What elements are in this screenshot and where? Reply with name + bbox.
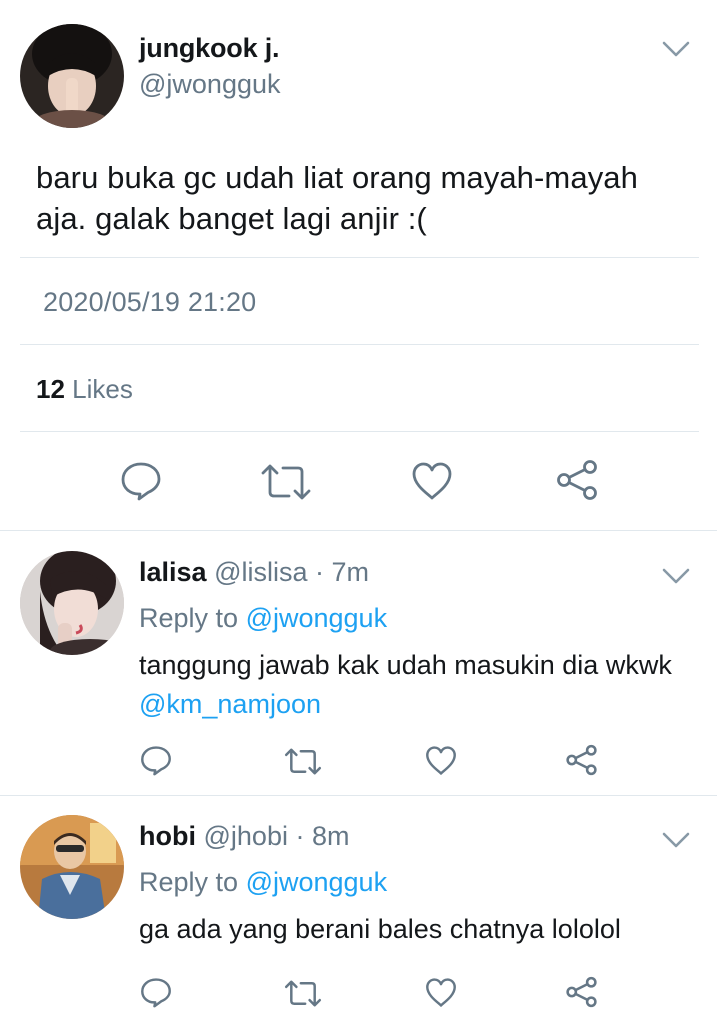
divider xyxy=(20,344,699,345)
reply-icon[interactable] xyxy=(140,745,172,776)
reply-to-label: Reply to xyxy=(139,603,239,633)
reply-separator: · xyxy=(315,557,325,587)
tweet-timestamp[interactable]: 2020/05/19 21:20 xyxy=(43,287,256,318)
reply-header: hobi @jhobi · 8m xyxy=(139,821,350,852)
reply-handle[interactable]: @lislisa xyxy=(214,557,307,587)
retweet-icon[interactable] xyxy=(284,748,322,775)
reply-to-handle[interactable]: @jwongguk xyxy=(246,867,388,897)
likes-number: 12 xyxy=(36,374,65,404)
tweet-text-line: aja. galak banget lagi anjir :( xyxy=(36,201,427,236)
divider xyxy=(20,257,699,258)
share-icon[interactable] xyxy=(565,976,598,1008)
like-icon[interactable] xyxy=(425,745,457,776)
retweet-icon[interactable] xyxy=(284,980,322,1007)
divider xyxy=(20,431,699,432)
likes-count[interactable]: 12 Likes xyxy=(36,374,133,405)
like-icon[interactable] xyxy=(411,461,453,501)
display-name[interactable]: jungkook j. xyxy=(139,33,280,64)
chevron-down-icon[interactable] xyxy=(662,40,690,58)
tweet-text: baru buka gc udah liat orang mayah-mayah… xyxy=(36,157,686,239)
avatar-main[interactable] xyxy=(20,24,124,128)
reply-to-handle[interactable]: @jwongguk xyxy=(246,603,388,633)
user-handle[interactable]: @jwongguk xyxy=(139,69,281,100)
mention-link[interactable]: @km_namjoon xyxy=(139,685,699,724)
reply-text: ga ada yang berani bales chatnya lololol xyxy=(139,910,699,949)
reply-display-name[interactable]: hobi xyxy=(139,821,196,851)
retweet-icon[interactable] xyxy=(260,464,312,500)
reply-text-line: tanggung jawab kak udah masukin dia wkwk xyxy=(139,650,672,680)
chevron-down-icon[interactable] xyxy=(662,567,690,585)
divider xyxy=(0,530,717,531)
reply-to-line: Reply to @jwongguk xyxy=(139,603,387,634)
reply-text-line: ga ada yang berani bales chatnya lololol xyxy=(139,914,621,944)
reply-header: lalisa @lislisa · 7m xyxy=(139,557,369,588)
chevron-down-icon[interactable] xyxy=(662,831,690,849)
divider xyxy=(0,795,717,796)
reply-icon[interactable] xyxy=(140,977,172,1008)
share-icon[interactable] xyxy=(565,744,598,776)
reply-separator: · xyxy=(295,821,305,851)
reply-to-label: Reply to xyxy=(139,867,239,897)
reply-time[interactable]: 8m xyxy=(312,821,350,851)
reply-to-line: Reply to @jwongguk xyxy=(139,867,387,898)
reply-icon[interactable] xyxy=(120,461,162,501)
avatar-reply[interactable] xyxy=(20,551,124,655)
share-icon[interactable] xyxy=(555,459,599,501)
avatar-reply[interactable] xyxy=(20,815,124,919)
reply-display-name[interactable]: lalisa xyxy=(139,557,207,587)
like-icon[interactable] xyxy=(425,977,457,1008)
reply-time[interactable]: 7m xyxy=(332,557,370,587)
reply-text: tanggung jawab kak udah masukin dia wkwk… xyxy=(139,646,699,724)
reply-handle[interactable]: @jhobi xyxy=(204,821,288,851)
likes-label: Likes xyxy=(72,374,133,404)
tweet-text-line: baru buka gc udah liat orang mayah-mayah xyxy=(36,160,638,195)
